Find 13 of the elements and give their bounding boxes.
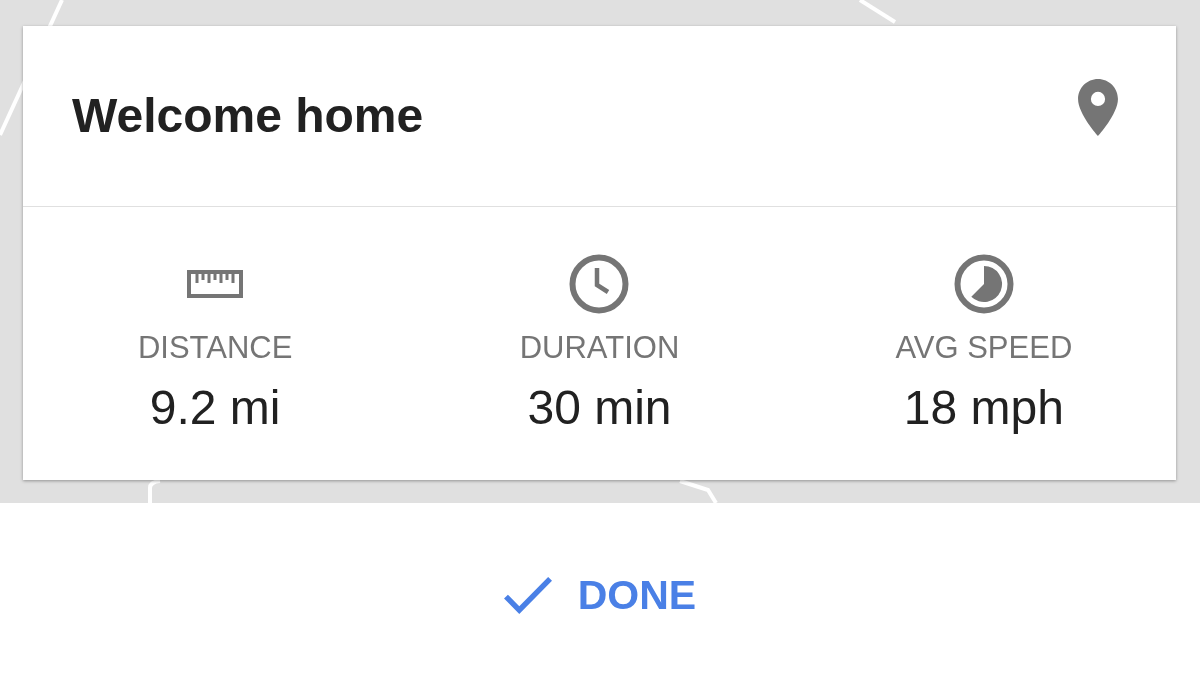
stat-value: 30 min	[527, 380, 672, 436]
gauge-icon	[953, 254, 1014, 314]
stat-value: 9.2 mi	[149, 380, 281, 436]
ruler-icon	[187, 270, 244, 298]
location-pin-icon	[1078, 78, 1118, 136]
card-title: Welcome home	[72, 88, 424, 144]
stat-label: AVG SPEED	[895, 330, 1073, 366]
done-button[interactable]: DONE	[491, 563, 709, 627]
clock-icon	[569, 254, 630, 314]
stat-label: DISTANCE	[137, 330, 293, 366]
stat-value: 18 mph	[903, 380, 1064, 436]
check-icon	[503, 576, 552, 614]
stat-label: DURATION	[519, 330, 680, 366]
